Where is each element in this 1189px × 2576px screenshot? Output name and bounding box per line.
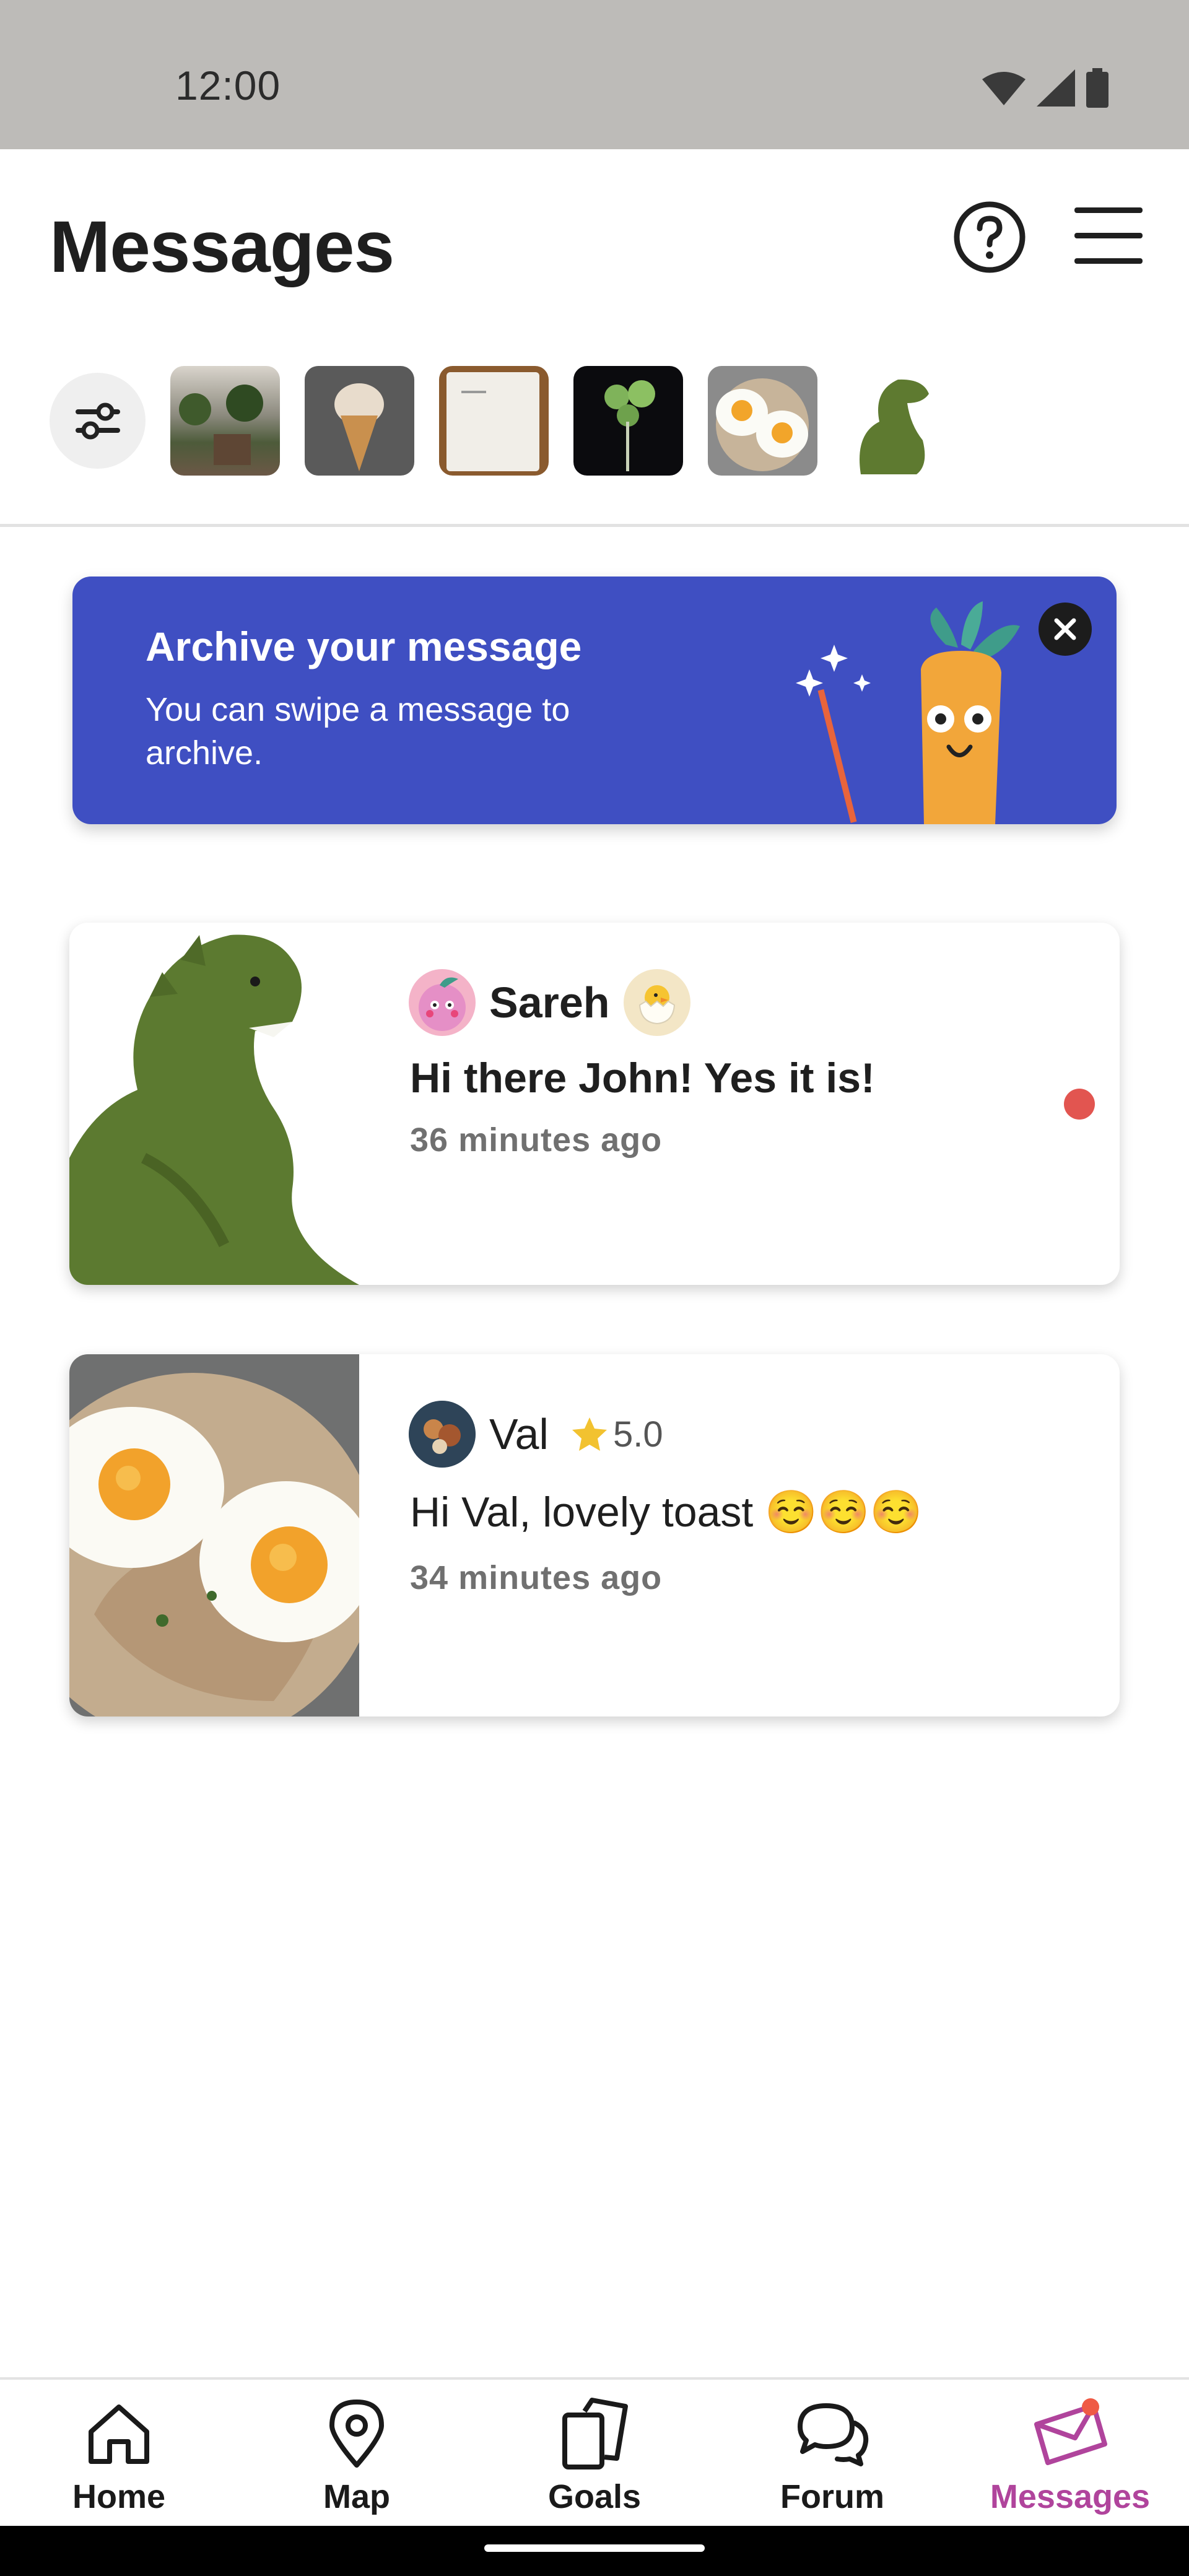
message-header: Val 5.0 [409,1401,663,1468]
archive-tip-banner: Archive your message You can swipe a mes… [72,577,1117,824]
message-time: 36 minutes ago [410,1121,663,1159]
star-icon [572,1417,607,1451]
food-avatar-icon [409,1401,476,1468]
sender-name: Val [489,1410,549,1458]
nav-goals[interactable]: Goals [476,2380,713,2528]
hatching-chick-icon [638,985,675,1025]
close-icon [1054,618,1076,640]
question-circle-icon [954,201,1026,273]
message-card[interactable]: Val 5.0 Hi Val, lovely toast ☺️☺️☺️ 34 m… [69,1354,1120,1717]
nav-label: Forum [780,2478,884,2515]
home-gesture-handle[interactable] [484,2544,705,2552]
page-title: Messages [50,206,394,288]
wifi-icon [982,72,1026,105]
battery-icon [1086,68,1108,108]
banner-close-button[interactable] [1039,603,1092,656]
nav-messages[interactable]: Messages [951,2380,1189,2528]
message-preview: Hi Val, lovely toast ☺️☺️☺️ [410,1489,923,1536]
hamburger-menu-icon [1074,207,1143,264]
map-pin-icon [329,2399,384,2468]
nav-label: Goals [547,2478,642,2515]
berry-avatar-icon [419,977,466,1031]
chat-bubbles-icon [797,2403,868,2466]
signal-icon [1037,69,1075,107]
status-bar: 12:00 [0,0,1189,149]
listing-thumbnail-plants[interactable] [170,366,280,476]
sender-name: Sareh [489,978,610,1027]
nav-map[interactable]: Map [238,2380,476,2528]
message-preview: Hi there John! Yes it is! [410,1055,875,1102]
listing-photo-dinosaur [69,923,359,1285]
carrot-mascot-illustration [796,601,1020,824]
nav-label: Messages [990,2478,1151,2515]
header: Messages [0,149,1189,527]
rating-value: 5.0 [612,1414,663,1455]
message-header: Sareh [409,969,690,1036]
listing-thumbnail-ice-cream[interactable] [305,366,414,476]
nav-forum[interactable]: Forum [713,2380,951,2528]
help-button[interactable] [952,200,1027,274]
nav-home[interactable]: Home [0,2380,238,2528]
listing-thumbnail-dinosaur[interactable] [842,366,952,476]
message-card[interactable]: Sareh Hi there John! Yes it is! 36 minut… [69,923,1120,1285]
banner-title: Archive your message [146,624,582,669]
filter-row [50,366,952,476]
notification-dot [1082,2398,1099,2416]
goals-icon [562,2398,628,2469]
listing-thumbnail-eggs-toast[interactable] [708,366,817,476]
sender-avatar [409,969,476,1036]
system-gesture-bar [0,2526,1189,2576]
sliders-icon [75,402,120,439]
sender-avatar [409,1401,476,1468]
nav-label: Map [323,2478,390,2515]
listing-photo-eggs-toast [69,1354,359,1717]
listing-thumbnail-cable-box[interactable] [439,366,549,476]
nav-label: Home [72,2478,166,2515]
status-time: 12:00 [175,63,281,108]
sender-badge [623,969,690,1036]
banner-text: You can swipe a message to archive. [146,691,570,772]
message-time: 34 minutes ago [410,1559,663,1596]
menu-button[interactable] [1074,205,1143,267]
listing-thumbnail-plant-cutting[interactable] [573,366,683,476]
bottom-nav: Home Map Goals Forum Messages [0,2377,1189,2526]
unread-indicator [1064,1089,1095,1120]
filter-button[interactable] [50,373,146,469]
home-icon [89,2404,149,2464]
sender-rating: 5.0 [571,1414,663,1455]
status-icons [982,68,1108,108]
